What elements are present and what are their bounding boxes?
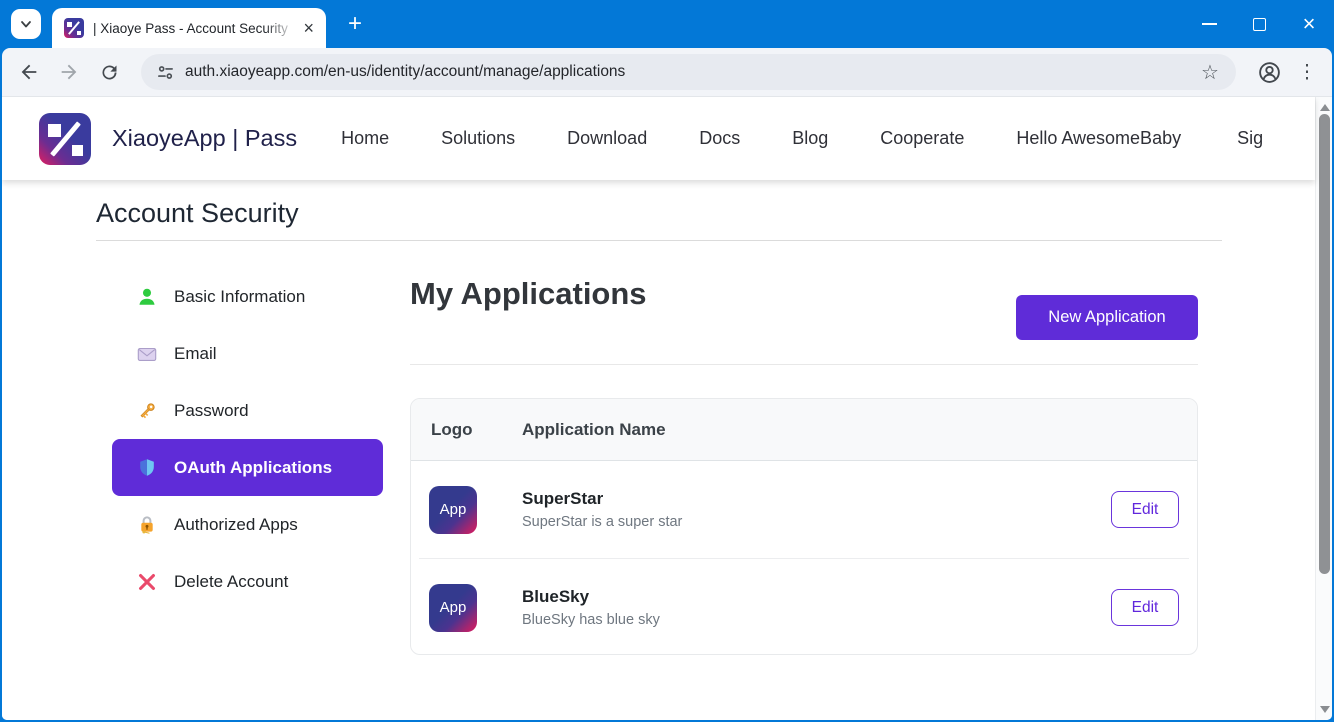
sidebar-item-label: Password	[174, 401, 249, 421]
sidebar-item-label: Email	[174, 344, 217, 364]
maximize-icon	[1253, 18, 1266, 31]
edit-button[interactable]: Edit	[1111, 491, 1179, 528]
sidebar-item-label: Delete Account	[174, 572, 288, 592]
close-icon: ×	[1303, 14, 1316, 34]
sidebar-item-label: Basic Information	[174, 287, 305, 307]
tab-search-button[interactable]	[11, 9, 41, 39]
app-description: SuperStar is a super star	[522, 514, 1111, 530]
sidebar-item-authorized-apps[interactable]: Authorized Apps	[112, 496, 383, 553]
table-row: App SuperStar SuperStar is a super star …	[411, 461, 1197, 558]
app-info: BlueSky BlueSky has blue sky	[522, 587, 1111, 628]
tab-close-icon[interactable]: ×	[301, 19, 316, 37]
url-bar[interactable]: auth.xiaoyeapp.com/en-us/identity/accoun…	[141, 54, 1236, 90]
minimize-icon	[1202, 23, 1217, 25]
site-info-button[interactable]	[149, 56, 181, 88]
favicon-icon	[64, 18, 84, 38]
settings-sidebar: Basic Information Email Password	[96, 268, 383, 610]
new-tab-button[interactable]: +	[340, 9, 370, 39]
browser-tab[interactable]: | Xiaoye Pass - Account Security ×	[52, 8, 326, 48]
reload-icon	[99, 62, 120, 83]
app-info: SuperStar SuperStar is a super star	[522, 489, 1111, 530]
user-greeting: Hello AwesomeBaby	[1016, 128, 1181, 149]
scrollbar-down-arrow-icon[interactable]	[1320, 706, 1330, 713]
sidebar-item-label: OAuth Applications	[174, 458, 332, 478]
forward-button[interactable]	[49, 52, 89, 92]
app-description: BlueSky has blue sky	[522, 612, 1111, 628]
app-logo: App	[429, 486, 477, 534]
brand-name[interactable]: XiaoyeApp | Pass	[112, 125, 297, 152]
profile-icon	[1257, 60, 1282, 85]
column-header-application-name: Application Name	[522, 420, 666, 440]
browser-menu-button[interactable]: ⋮	[1288, 53, 1326, 91]
sidebar-item-email[interactable]: Email	[112, 325, 383, 382]
site-header: XiaoyeApp | Pass Home Solutions Download…	[2, 97, 1315, 180]
page-scrollbar[interactable]	[1315, 97, 1332, 720]
minimize-button[interactable]	[1184, 0, 1234, 48]
nav-link-home[interactable]: Home	[341, 128, 389, 149]
close-window-button[interactable]: ×	[1284, 0, 1334, 48]
shield-icon	[135, 456, 159, 480]
window-controls: ×	[1184, 0, 1334, 48]
nav-link-docs[interactable]: Docs	[699, 128, 740, 149]
edit-button[interactable]: Edit	[1111, 589, 1179, 626]
app-name: BlueSky	[522, 587, 1111, 607]
applications-table: Logo Application Name App SuperStar Supe…	[410, 398, 1198, 655]
table-row: App BlueSky BlueSky has blue sky Edit	[411, 559, 1197, 655]
lock-icon	[135, 513, 159, 537]
main-panel: My Applications New Application Logo App…	[410, 180, 1198, 720]
sidebar-item-delete-account[interactable]: Delete Account	[112, 553, 383, 610]
reload-button[interactable]	[89, 52, 129, 92]
browser-toolbar: auth.xiaoyeapp.com/en-us/identity/accoun…	[2, 48, 1332, 97]
sidebar-item-label: Authorized Apps	[174, 515, 298, 535]
site-nav: Home Solutions Download Docs Blog Cooper…	[341, 128, 964, 149]
profile-button[interactable]	[1250, 53, 1288, 91]
section-heading: My Applications	[410, 276, 647, 312]
nav-link-blog[interactable]: Blog	[792, 128, 828, 149]
app-name: SuperStar	[522, 489, 1111, 509]
tune-icon	[156, 63, 175, 82]
browser-window: | Xiaoye Pass - Account Security × + × a…	[0, 0, 1334, 722]
bookmark-button[interactable]: ☆	[1194, 56, 1226, 88]
nav-link-download[interactable]: Download	[567, 128, 647, 149]
person-icon	[135, 285, 159, 309]
nav-link-cooperate[interactable]: Cooperate	[880, 128, 964, 149]
app-logo: App	[429, 584, 477, 632]
column-header-logo: Logo	[431, 420, 522, 440]
site-logo-icon[interactable]	[39, 113, 91, 165]
sidebar-item-oauth-applications[interactable]: OAuth Applications	[112, 439, 383, 496]
maximize-button[interactable]	[1234, 0, 1284, 48]
page-content: Account Security Basic Information Email	[2, 180, 1315, 720]
back-button[interactable]	[9, 52, 49, 92]
section-divider	[410, 364, 1198, 365]
table-header-row: Logo Application Name	[411, 399, 1197, 461]
arrow-left-icon	[18, 61, 40, 83]
nav-link-solutions[interactable]: Solutions	[441, 128, 515, 149]
scrollbar-thumb[interactable]	[1319, 114, 1330, 574]
url-text[interactable]: auth.xiaoyeapp.com/en-us/identity/accoun…	[185, 63, 1194, 81]
envelope-icon	[135, 342, 159, 366]
tab-title: | Xiaoye Pass - Account Security	[93, 21, 301, 36]
new-application-button[interactable]: New Application	[1016, 295, 1198, 340]
key-icon	[135, 399, 159, 423]
signout-link-partial[interactable]: Sig	[1237, 128, 1263, 149]
chevron-down-icon	[19, 17, 33, 31]
scrollbar-up-arrow-icon[interactable]	[1320, 104, 1330, 111]
page-viewport: XiaoyeApp | Pass Home Solutions Download…	[2, 97, 1332, 720]
sidebar-item-basic-information[interactable]: Basic Information	[112, 268, 383, 325]
tab-strip: | Xiaoye Pass - Account Security × + ×	[0, 0, 1334, 48]
x-icon	[135, 570, 159, 594]
arrow-right-icon	[58, 61, 80, 83]
sidebar-item-password[interactable]: Password	[112, 382, 383, 439]
